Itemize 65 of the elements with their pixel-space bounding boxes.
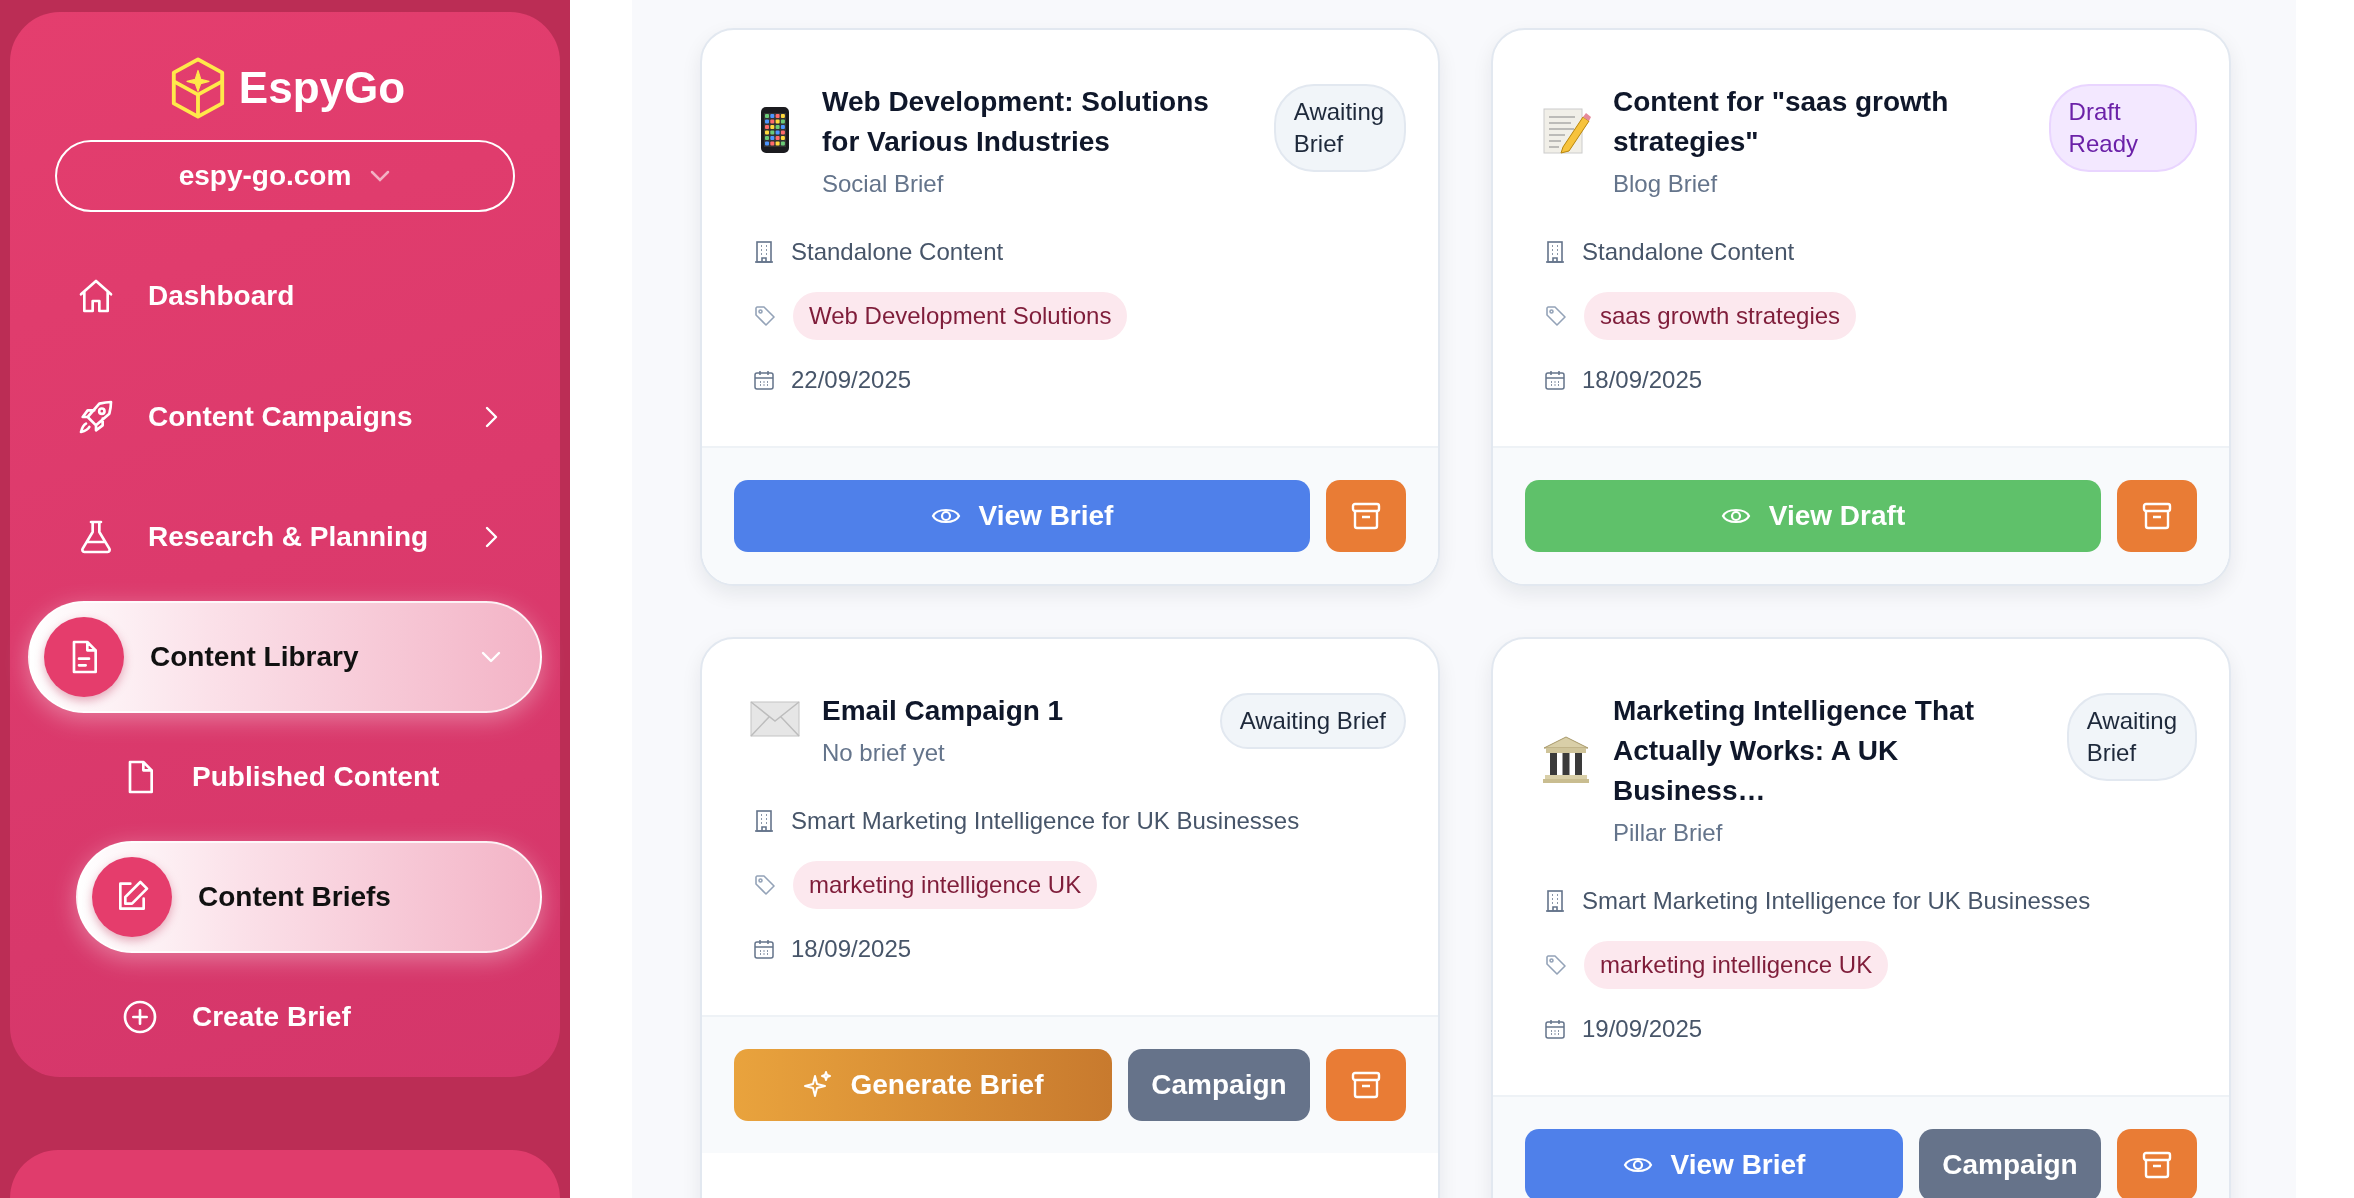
archive-box-icon xyxy=(1350,501,1382,531)
logo-text: EspyGo xyxy=(238,63,406,114)
campaign-button[interactable]: Campaign xyxy=(1919,1129,2101,1198)
date-text: 18/09/2025 xyxy=(1582,366,1703,394)
archive-button[interactable] xyxy=(1326,480,1406,552)
keyword-tag: marketing intelligence UK xyxy=(1584,941,1889,989)
date-text: 19/09/2025 xyxy=(1582,1015,1703,1043)
archive-button[interactable] xyxy=(2117,480,2197,552)
brief-type: No brief yet xyxy=(822,739,946,767)
nav-item[interactable]: Dashboard xyxy=(28,240,542,353)
archive-box-icon xyxy=(1350,1070,1382,1100)
date-text: 18/09/2025 xyxy=(791,935,912,963)
building-icon xyxy=(753,809,775,833)
calendar-icon xyxy=(1544,369,1566,391)
view-button[interactable]: View Brief xyxy=(734,480,1310,552)
status-badge: Awaiting Brief xyxy=(1219,693,1406,749)
brief-type: Pillar Brief xyxy=(1613,819,1724,847)
status-badge: Draft Ready xyxy=(2048,84,2197,172)
nav-item[interactable]: Content Campaigns xyxy=(28,360,542,473)
envelope-icon xyxy=(750,701,800,737)
brief-type: Social Brief xyxy=(822,170,945,198)
nav-item[interactable]: Content Library xyxy=(28,600,542,713)
tag-icon xyxy=(1544,953,1568,977)
archive-button[interactable] xyxy=(2117,1129,2197,1198)
generate-button[interactable]: Generate Brief xyxy=(734,1049,1112,1121)
chevron-down-icon xyxy=(369,169,392,184)
archive-box-icon xyxy=(2141,1150,2173,1180)
nav-item[interactable]: Create Brief xyxy=(76,960,542,1073)
building-icon xyxy=(1544,889,1566,913)
tag-icon xyxy=(753,873,777,897)
sparkles-icon xyxy=(802,1070,833,1100)
date-text: 22/09/2025 xyxy=(791,366,912,394)
archive-box-icon xyxy=(2141,501,2173,531)
archive-button[interactable] xyxy=(1326,1049,1406,1121)
nav-item[interactable]: Published Content xyxy=(76,720,542,833)
card-title: Content for "saas growth strategies" xyxy=(1613,85,1950,159)
view-draft-button[interactable]: View Draft xyxy=(1525,480,2101,552)
campaign-name: Smart Marketing Intelligence for UK Businesses xyxy=(1582,887,2091,915)
keyword-tag: saas growth strategies xyxy=(1584,292,1857,340)
view-button[interactable]: View Brief xyxy=(1525,1129,1903,1198)
status-badge: Awaiting Brief xyxy=(2066,693,2197,781)
card-title: Marketing Intelligence That Actually Works: A UK Business… xyxy=(1613,694,1975,808)
calendar-icon xyxy=(753,369,775,391)
keyword-tag: marketing intelligence UK xyxy=(793,861,1098,909)
card-title: Web Development: Solutions for Various Industries xyxy=(822,85,1210,159)
tag-icon xyxy=(753,304,777,328)
brief-type: Blog Brief xyxy=(1613,170,1719,198)
building-icon xyxy=(1544,240,1566,264)
classical-building-icon xyxy=(1541,734,1591,784)
building-icon xyxy=(753,240,775,264)
card-title: Email Campaign 1 xyxy=(822,694,1065,728)
status-badge: Awaiting Brief xyxy=(1273,84,1406,172)
campaign-name: Standalone Content xyxy=(791,238,1004,266)
tag-icon xyxy=(1544,304,1568,328)
campaign-name: Smart Marketing Intelligence for UK Businesses xyxy=(791,807,1300,835)
calendar-icon xyxy=(753,938,775,960)
memo-pencil-icon xyxy=(1541,105,1591,155)
campaign-name: Standalone Content xyxy=(1582,238,1795,266)
nav-item[interactable]: Research & Planning xyxy=(28,480,542,593)
site-selector[interactable]: espy-go.com xyxy=(55,140,515,213)
phone-icon xyxy=(760,106,790,154)
calendar-icon xyxy=(1544,1018,1566,1040)
keyword-tag: Web Development Solutions xyxy=(793,292,1128,340)
nav-item[interactable]: Content Briefs xyxy=(76,840,542,953)
campaign-button[interactable]: Campaign xyxy=(1128,1049,1310,1121)
